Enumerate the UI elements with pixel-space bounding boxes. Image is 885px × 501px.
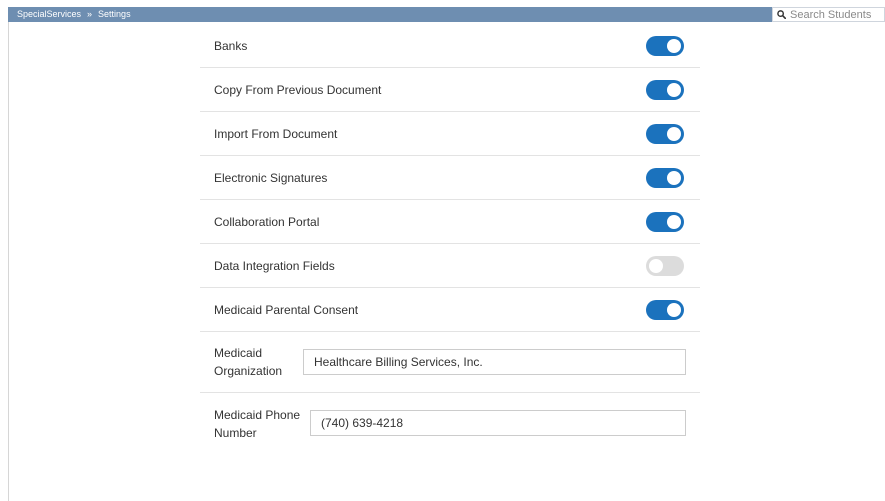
toggle-switch[interactable] xyxy=(646,36,684,56)
setting-label: Banks xyxy=(214,39,248,53)
toggle-switch[interactable] xyxy=(646,300,684,320)
toggle-switch[interactable] xyxy=(646,212,684,232)
toggle-switch[interactable] xyxy=(646,124,684,144)
toggle-knob xyxy=(667,215,681,229)
medicaid-phone-row: Medicaid Phone Number xyxy=(200,393,700,453)
medicaid-organization-input[interactable] xyxy=(303,349,686,375)
setting-row-medicaid-parental-consent: Medicaid Parental Consent xyxy=(200,288,700,332)
label-line: Number xyxy=(214,426,257,440)
toggle-knob xyxy=(667,127,681,141)
label-line: Medicaid Phone xyxy=(214,408,301,422)
toggle-knob xyxy=(667,171,681,185)
label-line: Medicaid xyxy=(214,346,263,360)
settings-page: SpecialServices » Settings Banks Copy From… xyxy=(0,0,885,501)
toggle-switch[interactable] xyxy=(646,256,684,276)
top-bar: SpecialServices » Settings xyxy=(8,7,885,22)
breadcrumb-app-link[interactable]: SpecialServices xyxy=(17,9,81,19)
setting-row-data-integration-fields: Data Integration Fields xyxy=(200,244,700,288)
setting-label: Electronic Signatures xyxy=(214,171,328,185)
search-icon[interactable] xyxy=(777,10,786,19)
medicaid-organization-label: Medicaid Organization xyxy=(214,344,304,380)
setting-row-electronic-signatures: Electronic Signatures xyxy=(200,156,700,200)
toggle-knob xyxy=(667,39,681,53)
left-border xyxy=(8,22,9,501)
medicaid-organization-row: Medicaid Organization xyxy=(200,332,700,393)
setting-row-collaboration-portal: Collaboration Portal xyxy=(200,200,700,244)
breadcrumb: SpecialServices » Settings xyxy=(17,7,131,22)
search-box[interactable] xyxy=(772,7,885,22)
toggle-switch[interactable] xyxy=(646,80,684,100)
setting-label: Collaboration Portal xyxy=(214,215,320,229)
toggle-knob xyxy=(667,303,681,317)
setting-label: Import From Document xyxy=(214,127,338,141)
toggle-knob xyxy=(649,259,663,273)
toggle-knob xyxy=(667,83,681,97)
medicaid-phone-label: Medicaid Phone Number xyxy=(214,406,304,442)
setting-row-banks: Banks xyxy=(200,24,700,68)
setting-label: Data Integration Fields xyxy=(214,259,335,273)
setting-row-import-from-document: Import From Document xyxy=(200,112,700,156)
label-line: Organization xyxy=(214,364,283,378)
toggle-switch[interactable] xyxy=(646,168,684,188)
breadcrumb-separator: » xyxy=(87,9,93,19)
settings-list: Banks Copy From Previous Document Import… xyxy=(200,24,700,453)
search-input[interactable] xyxy=(790,8,882,21)
setting-label: Copy From Previous Document xyxy=(214,83,382,97)
medicaid-phone-input[interactable] xyxy=(310,410,686,436)
setting-label: Medicaid Parental Consent xyxy=(214,303,359,317)
setting-row-copy-from-previous-document: Copy From Previous Document xyxy=(200,68,700,112)
breadcrumb-current-page: Settings xyxy=(98,9,131,19)
